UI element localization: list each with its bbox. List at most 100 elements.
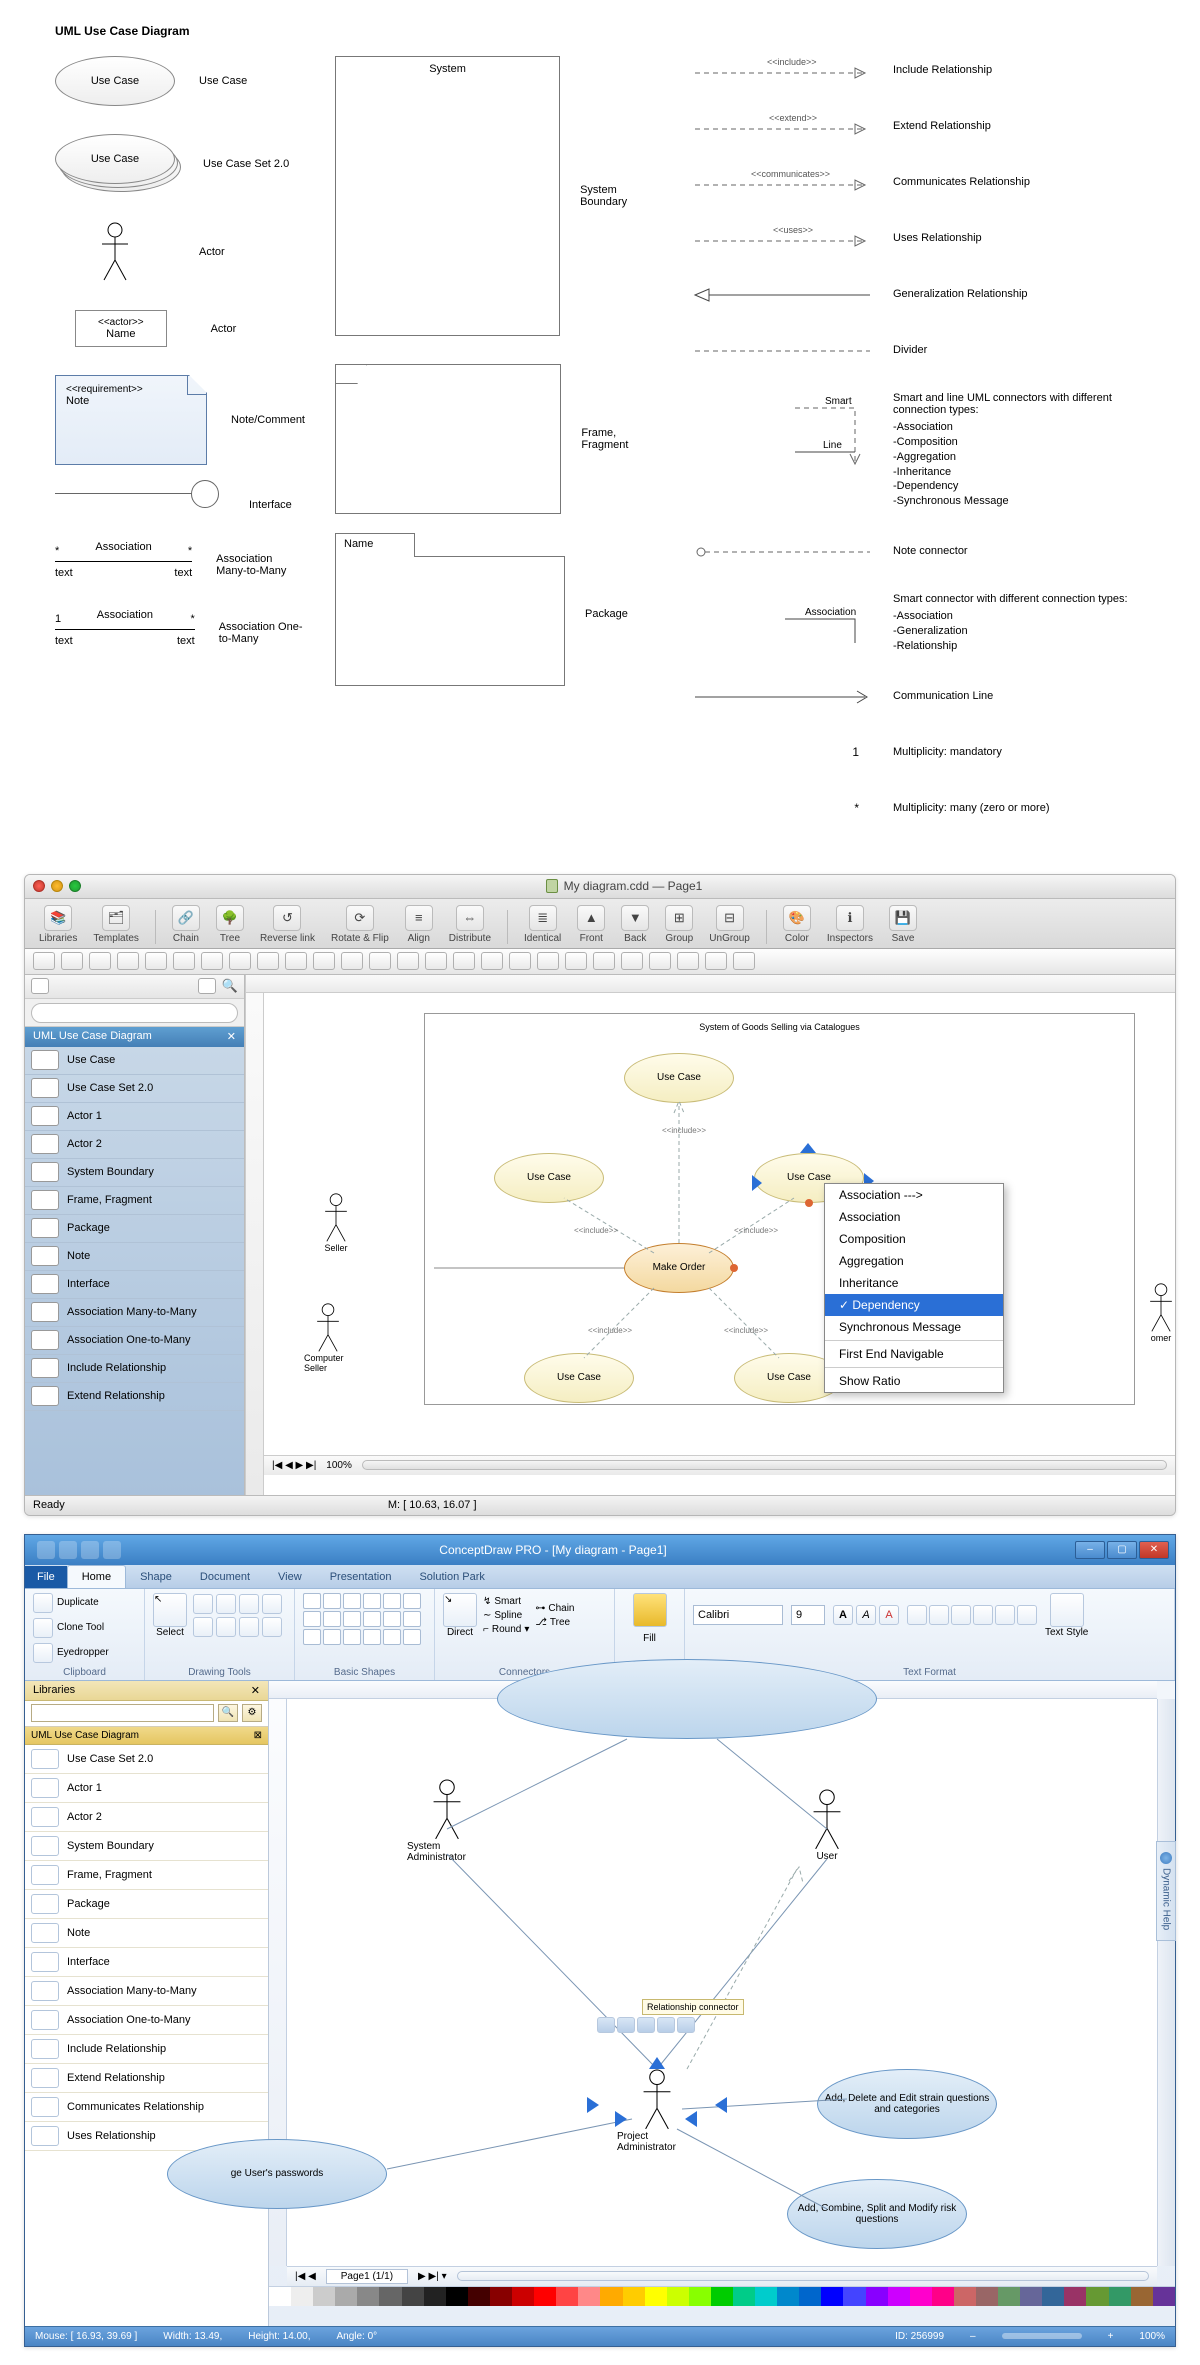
canvas[interactable]: System of Goods Selling via Catalogues U… <box>245 975 1175 1495</box>
library-item[interactable]: Interface <box>25 1271 244 1299</box>
library-item[interactable]: Actor 1 <box>25 1103 244 1131</box>
tool-icon[interactable] <box>216 1594 236 1614</box>
actor-user[interactable]: User <box>787 1789 867 1862</box>
usecase-node[interactable]: Add, Delete and Edit strain questions an… <box>817 2069 997 2139</box>
toolbar-front[interactable]: ▲Front <box>573 905 609 944</box>
vertical-scrollbar[interactable] <box>1157 1699 1175 2266</box>
palette-color[interactable] <box>1086 2287 1108 2306</box>
close-icon[interactable]: ✕ <box>1139 1541 1169 1559</box>
horizontal-scrollbar[interactable] <box>362 1460 1167 1470</box>
spline-connector-button[interactable]: ∼ Spline <box>483 1610 529 1621</box>
palette-color[interactable] <box>402 2287 424 2306</box>
close-panel-icon[interactable]: ✕ <box>251 1684 260 1697</box>
text-style-button[interactable]: Text Style <box>1045 1593 1088 1638</box>
shape-icon[interactable] <box>303 1611 321 1627</box>
subtool-icon[interactable] <box>89 952 111 970</box>
library-item[interactable]: Use Case <box>25 1047 244 1075</box>
shape-icon[interactable] <box>323 1593 341 1609</box>
subtool-icon[interactable] <box>565 952 587 970</box>
tab-view[interactable]: View <box>264 1566 316 1588</box>
library-item[interactable]: Association Many-to-Many <box>25 1299 244 1327</box>
duplicate-button[interactable]: Duplicate <box>33 1593 99 1613</box>
library-item[interactable]: Association Many-to-Many <box>25 1977 268 2006</box>
usecase-node[interactable]: Use Case <box>494 1153 604 1203</box>
shape-icon[interactable] <box>363 1593 381 1609</box>
minimize-icon[interactable]: – <box>1075 1541 1105 1559</box>
library-item[interactable]: Extend Relationship <box>25 1383 244 1411</box>
library-item[interactable]: Frame, Fragment <box>25 1187 244 1215</box>
actor-sys-admin[interactable]: System Administrator <box>407 1779 487 1863</box>
subtool-icon[interactable] <box>257 952 279 970</box>
palette-color[interactable] <box>976 2287 998 2306</box>
library-item[interactable]: System Boundary <box>25 1832 268 1861</box>
system-boundary[interactable]: System of Goods Selling via Catalogues <box>424 1013 1135 1405</box>
clone-tool-button[interactable]: Clone Tool <box>33 1618 104 1638</box>
palette-color[interactable] <box>821 2287 843 2306</box>
file-tab[interactable]: File <box>25 1566 67 1588</box>
shape-icon[interactable] <box>343 1611 361 1627</box>
select-button[interactable]: ↖Select <box>153 1593 187 1638</box>
action-icon[interactable] <box>657 2017 675 2033</box>
palette-color[interactable] <box>534 2287 556 2306</box>
subtool-icon[interactable] <box>733 952 755 970</box>
zoom-level[interactable]: 100% <box>326 1460 352 1471</box>
library-item[interactable]: Association One-to-Many <box>25 1327 244 1355</box>
tool-icon[interactable] <box>262 1617 282 1637</box>
library-item[interactable]: Package <box>25 1890 268 1919</box>
fill-button[interactable] <box>633 1593 667 1627</box>
align-icon[interactable] <box>907 1605 927 1625</box>
palette-color[interactable] <box>932 2287 954 2306</box>
palette-color[interactable] <box>689 2287 711 2306</box>
palette-color[interactable] <box>667 2287 689 2306</box>
usecase-node[interactable] <box>497 1659 877 1739</box>
shape-icon[interactable] <box>343 1629 361 1645</box>
action-icon[interactable] <box>597 2017 615 2033</box>
palette-color[interactable] <box>1153 2287 1175 2306</box>
toolbar-identical[interactable]: ≣Identical <box>520 905 565 944</box>
usecase-node[interactable]: Use Case <box>624 1053 734 1103</box>
libraries-header[interactable]: Libraries✕ <box>25 1681 268 1701</box>
library-item[interactable]: Note <box>25 1919 268 1948</box>
font-size-select[interactable] <box>791 1605 825 1625</box>
subtool-icon[interactable] <box>397 952 419 970</box>
close-icon[interactable] <box>33 880 45 892</box>
ctx-item[interactable]: Synchronous Message <box>825 1316 1003 1338</box>
align-icon[interactable] <box>973 1605 993 1625</box>
palette-color[interactable] <box>512 2287 534 2306</box>
palette-color[interactable] <box>910 2287 932 2306</box>
library-item[interactable]: Interface <box>25 1948 268 1977</box>
tool-icon[interactable] <box>193 1594 213 1614</box>
search-icon[interactable]: 🔍 <box>218 1704 238 1722</box>
palette-color[interactable] <box>623 2287 645 2306</box>
page-nav[interactable]: |◀ ◀ <box>295 2271 316 2282</box>
library-item[interactable]: Association One-to-Many <box>25 2006 268 2035</box>
zoom-icon[interactable] <box>69 880 81 892</box>
tab-document[interactable]: Document <box>186 1566 264 1588</box>
align-icon[interactable] <box>995 1605 1015 1625</box>
shape-icon[interactable] <box>383 1629 401 1645</box>
zoom-slider[interactable] <box>1002 2333 1082 2339</box>
palette-color[interactable] <box>998 2287 1020 2306</box>
palette-color[interactable] <box>468 2287 490 2306</box>
toolbar-reverse-link[interactable]: ↺Reverse link <box>256 905 319 944</box>
subtool-icon[interactable] <box>201 952 223 970</box>
tool-icon[interactable] <box>262 1594 282 1614</box>
align-icon[interactable] <box>929 1605 949 1625</box>
align-icon[interactable] <box>1017 1605 1037 1625</box>
library-section-header[interactable]: UML Use Case Diagram⊠ <box>25 1727 268 1745</box>
palette-color[interactable] <box>866 2287 888 2306</box>
subtool-icon[interactable] <box>33 952 55 970</box>
page-nav[interactable]: |◀ ◀ ▶ ▶| <box>272 1460 316 1471</box>
ctx-item[interactable]: Aggregation <box>825 1250 1003 1272</box>
shape-icon[interactable] <box>403 1629 421 1645</box>
subtool-icon[interactable] <box>173 952 195 970</box>
palette-color[interactable] <box>1064 2287 1086 2306</box>
subtool-icon[interactable] <box>369 952 391 970</box>
toolbar-back[interactable]: ▼Back <box>617 905 653 944</box>
subtool-icon[interactable] <box>425 952 447 970</box>
shape-icon[interactable] <box>403 1611 421 1627</box>
palette-color[interactable] <box>335 2287 357 2306</box>
close-library-icon[interactable]: ✕ <box>227 1030 236 1044</box>
palette-color[interactable] <box>313 2287 335 2306</box>
toolbar-chain[interactable]: 🔗Chain <box>168 905 204 944</box>
